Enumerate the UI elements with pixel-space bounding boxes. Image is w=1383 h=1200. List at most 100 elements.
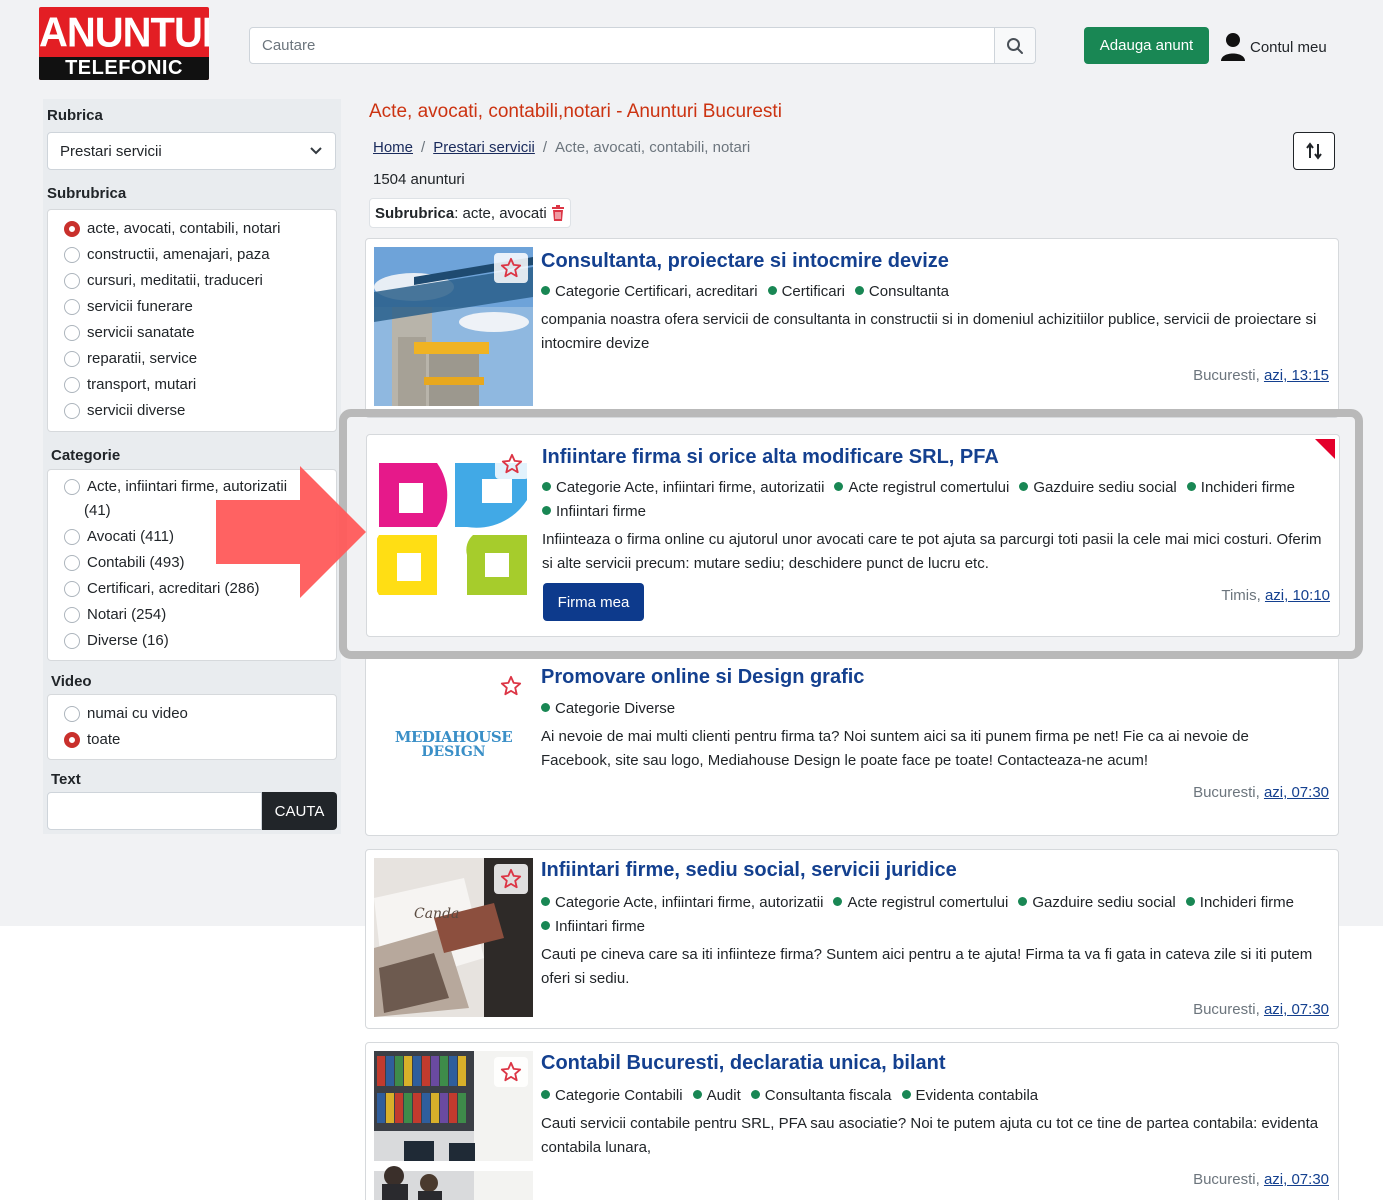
listing-meta: Bucuresti, azi, 07:30 (1193, 1001, 1329, 1018)
search-input[interactable] (250, 28, 994, 63)
tag: Certificari (768, 280, 845, 304)
radio[interactable] (64, 555, 80, 571)
subrubrica-option[interactable]: acte, avocati, contabili, notari (64, 217, 280, 241)
radio-checked[interactable] (64, 732, 80, 748)
categorie-option[interactable]: Notari (254) (64, 603, 166, 627)
listing-title[interactable]: Promovare online si Design grafic (541, 666, 864, 689)
tag: Categorie Certificari, acreditari (541, 280, 758, 304)
listing-card[interactable]: MEDIAHOUSE DESIGN Promovare online si De… (365, 656, 1339, 836)
subrubrica-option[interactable]: servicii sanatate (64, 321, 195, 345)
listing-meta: Bucuresti, azi, 07:30 (1193, 1171, 1329, 1188)
radio[interactable] (64, 529, 80, 545)
tag: Categorie Contabili (541, 1084, 683, 1108)
listing-description: compania noastra ofera servicii de consu… (541, 311, 1317, 352)
sort-arrows-icon (1306, 142, 1322, 160)
tag: Consultanta fiscala (751, 1084, 892, 1108)
subrubrica-option[interactable]: servicii funerare (64, 295, 193, 319)
categorie-label: Categorie (51, 447, 121, 464)
tag: Categorie Acte, infiintari firme, autori… (541, 891, 823, 915)
radio[interactable] (64, 633, 80, 649)
radio[interactable] (64, 581, 80, 597)
listing-time[interactable]: azi, 07:30 (1264, 1001, 1329, 1018)
subrubrica-option[interactable]: transport, mutari (64, 373, 196, 397)
logo-bottom-text: TELEFONIC (39, 57, 209, 80)
cauta-button[interactable]: CAUTA (262, 792, 337, 830)
site-logo[interactable]: ANUNTUL TELEFONIC (39, 7, 209, 80)
mediahouse-logo-line1: MEDIAHOUSE (394, 727, 513, 746)
listing-meta: Bucuresti, azi, 07:30 (1193, 784, 1329, 801)
search-icon (1007, 37, 1023, 54)
subrubrica-list: acte, avocati, contabili, notari constru… (47, 209, 337, 432)
listing-tags: Categorie Contabili Audit Consultanta fisc… (541, 1084, 1321, 1108)
tag: Audit (693, 1084, 741, 1108)
radio[interactable] (64, 403, 80, 419)
favorite-button[interactable] (494, 253, 528, 283)
radio[interactable] (64, 479, 80, 495)
rubrica-select[interactable]: Prestari servicii (47, 132, 336, 170)
listing-description: Ai nevoie de mai multi clienti pentru fi… (541, 728, 1249, 769)
favorite-button[interactable] (494, 864, 528, 894)
listing-time[interactable]: azi, 07:30 (1264, 1171, 1329, 1188)
tag: Categorie Diverse (541, 697, 675, 721)
categorie-option[interactable]: Contabili (493) (64, 551, 185, 575)
listing-time[interactable]: azi, 07:30 (1264, 784, 1329, 801)
tag: Infiintari firme (541, 915, 645, 939)
radio[interactable] (64, 377, 80, 393)
trash-icon[interactable] (551, 205, 565, 221)
listing-description: Cauti servicii contabile pentru SRL, PFA… (541, 1115, 1319, 1156)
listing-description: Cauti pe cineva care sa iti infiinteze f… (541, 946, 1313, 987)
tag: Acte registrul comertului (833, 891, 1008, 915)
radio[interactable] (64, 247, 80, 263)
breadcrumb-prestari[interactable]: Prestari servicii (433, 139, 535, 156)
subrubrica-option[interactable]: reparatii, service (64, 347, 197, 371)
listing-time[interactable]: azi, 13:15 (1264, 367, 1329, 384)
subrubrica-option[interactable]: servicii diverse (64, 399, 185, 423)
radio-checked[interactable] (64, 221, 80, 237)
breadcrumb-separator: / (421, 139, 426, 156)
subrubrica-option[interactable]: cursuri, meditatii, traduceri (64, 269, 263, 293)
listing-title[interactable]: Infiintari firme, sediu social, servicii… (541, 859, 957, 882)
account-label: Contul meu (1250, 38, 1327, 56)
text-search-input[interactable] (47, 792, 262, 830)
search-bar (249, 27, 1036, 64)
search-button[interactable] (994, 28, 1035, 63)
breadcrumb-home[interactable]: Home (373, 139, 413, 156)
subrubrica-option[interactable]: constructii, amenajari, paza (64, 243, 270, 267)
rubrica-selected-value: Prestari servicii (60, 142, 162, 160)
favorite-button[interactable] (494, 1057, 528, 1087)
radio[interactable] (64, 351, 80, 367)
listing-card[interactable]: Canda Infiintari firme, sediu social, se… (365, 849, 1339, 1029)
chevron-down-icon (310, 147, 322, 155)
sort-button[interactable] (1293, 132, 1335, 170)
video-option[interactable]: toate (64, 728, 120, 752)
tag: Gazduire sediu social (1018, 891, 1175, 915)
account-link[interactable]: Contul meu (1220, 30, 1327, 64)
favorite-button[interactable] (494, 671, 528, 701)
categorie-option[interactable]: Diverse (16) (64, 629, 169, 653)
highlight-frame (339, 409, 1363, 659)
radio[interactable] (64, 325, 80, 341)
listing-title[interactable]: Contabil Bucuresti, declaratia unica, bi… (541, 1052, 946, 1075)
tag: Consultanta (855, 280, 949, 304)
radio[interactable] (64, 273, 80, 289)
listing-meta: Bucuresti, azi, 13:15 (1193, 367, 1329, 384)
categorie-option[interactable]: Avocati (411) (64, 525, 174, 549)
user-icon (1221, 33, 1245, 61)
add-listing-button[interactable]: Adauga anunt (1084, 27, 1209, 64)
video-option[interactable]: numai cu video (64, 702, 188, 726)
mediahouse-logo-line2: DESIGN (421, 743, 486, 760)
listing-title[interactable]: Consultanta, proiectare si intocmire dev… (541, 250, 949, 273)
categorie-count: (41) (84, 502, 111, 519)
text-label: Text (51, 771, 81, 788)
rubrica-label: Rubrica (47, 107, 103, 124)
radio[interactable] (64, 299, 80, 315)
active-filter-chip: Subrubrica: acte, avocati (369, 198, 571, 228)
breadcrumb: Home / Prestari servicii / Acte, avocati… (373, 139, 750, 156)
listing-count: 1504 anunturi (373, 171, 465, 188)
radio[interactable] (64, 706, 80, 722)
listing-card[interactable]: Consultanta, proiectare si intocmire dev… (365, 238, 1339, 418)
video-label: Video (51, 673, 92, 690)
listing-tags: Categorie Acte, infiintari firme, autori… (541, 891, 1321, 939)
listing-card[interactable]: Contabil Bucuresti, declaratia unica, bi… (365, 1042, 1339, 1200)
radio[interactable] (64, 607, 80, 623)
